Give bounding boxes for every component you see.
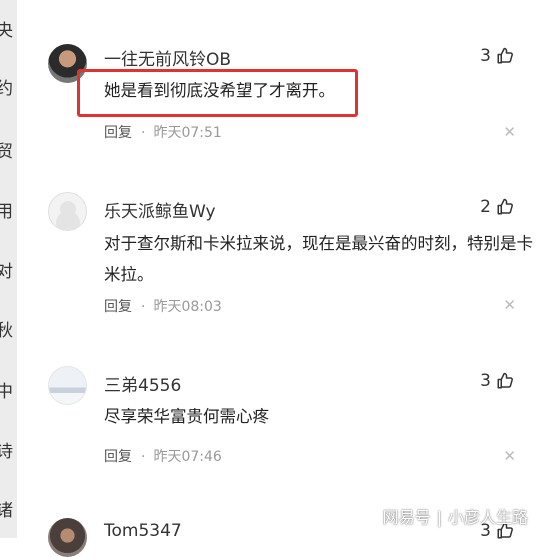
left-panel-strip: 央 约 贸 用 对 秋 中 诗 诸 [0, 0, 17, 538]
separator-dot: · [141, 449, 146, 465]
left-fragment: 贸 [0, 142, 13, 162]
comment-time: 昨天07:51 [153, 125, 222, 141]
comment-username[interactable]: 一往无前风铃OB [104, 45, 231, 70]
thumbs-up-icon [497, 372, 513, 389]
close-icon[interactable]: ✕ [503, 123, 516, 141]
like-count: 3 [480, 46, 491, 66]
like-count: 2 [480, 197, 491, 217]
separator-dot: · [141, 299, 146, 315]
left-fragment: 用 [0, 202, 13, 222]
comment-meta: 回复 · 昨天07:51 [104, 122, 222, 142]
reply-button[interactable]: 回复 [104, 125, 132, 141]
comment-username[interactable]: Tom5347 [104, 521, 182, 541]
left-fragment: 对 [0, 262, 13, 282]
watermark-author: 小彦人生路 [447, 508, 528, 527]
close-icon[interactable]: ✕ [503, 447, 516, 465]
left-fragment: 中 [0, 382, 13, 402]
comment-username[interactable]: 乐天派鲸鱼Wy [104, 197, 216, 222]
like-button[interactable]: 3 [480, 46, 514, 66]
avatar[interactable] [48, 366, 87, 405]
left-fragment: 央 [0, 21, 13, 41]
reply-button[interactable]: 回复 [104, 299, 132, 315]
like-count: 3 [480, 371, 491, 391]
watermark-brand: 网易号 [382, 508, 431, 527]
watermark-separator: | [436, 508, 442, 527]
thumbs-up-icon [497, 198, 513, 215]
comment-meta: 回复 · 昨天07:46 [104, 446, 222, 466]
comment-username[interactable]: 三弟4556 [104, 371, 181, 396]
close-icon[interactable]: ✕ [503, 296, 516, 314]
avatar[interactable] [48, 192, 87, 231]
like-button[interactable]: 2 [480, 197, 514, 217]
reply-button[interactable]: 回复 [104, 449, 132, 465]
comment-text: 尽享荣华富贵何需心疼 [104, 407, 269, 426]
thumbs-up-icon [497, 47, 513, 64]
comment-time: 昨天08:03 [153, 299, 222, 315]
left-fragment: 诗 [0, 442, 13, 462]
watermark: 网易号 | 小彦人生路 [383, 504, 528, 528]
like-button[interactable]: 3 [480, 371, 514, 391]
left-fragment: 诸 [0, 501, 13, 521]
comment-time: 昨天07:46 [153, 449, 222, 465]
comment-text: 对于查尔斯和卡米拉来说，现在是最兴奋的时刻，特别是卡米拉。 [104, 234, 533, 284]
left-fragment: 约 [0, 79, 13, 99]
highlight-box [77, 69, 358, 117]
left-fragment: 秋 [0, 321, 13, 341]
separator-dot: · [141, 125, 146, 141]
comment-meta: 回复 · 昨天08:03 [104, 296, 222, 316]
